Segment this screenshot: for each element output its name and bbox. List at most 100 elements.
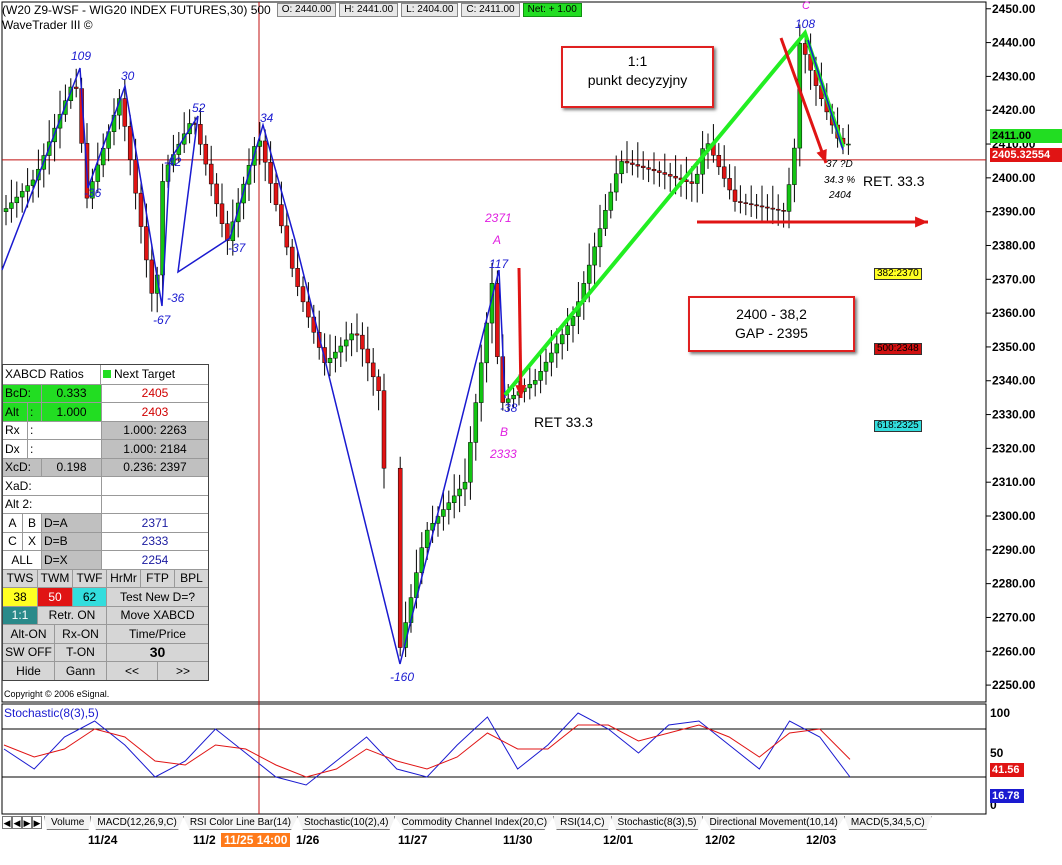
c-button[interactable]: C bbox=[3, 533, 22, 551]
study-tab[interactable]: Stochastic(10(2),4) bbox=[296, 816, 396, 830]
candle-body bbox=[219, 203, 225, 224]
hide-button[interactable]: Hide bbox=[3, 662, 54, 680]
candle bbox=[592, 232, 597, 285]
study-tab[interactable]: Stochastic(8(3),5) bbox=[610, 816, 704, 830]
candle-body bbox=[565, 325, 570, 336]
bpl-button[interactable]: BPL bbox=[174, 569, 208, 587]
ftp-button[interactable]: FTP bbox=[140, 569, 174, 587]
candle-body bbox=[635, 164, 641, 167]
next-button[interactable]: >> bbox=[157, 662, 208, 680]
y-tick-label: 2440.00 bbox=[992, 36, 1036, 50]
candle-body bbox=[306, 301, 311, 318]
candle-body bbox=[446, 502, 452, 510]
candle-body bbox=[495, 283, 500, 357]
all-button[interactable]: ALL bbox=[3, 551, 41, 569]
label-c: C bbox=[802, 0, 810, 12]
candle-body bbox=[586, 264, 592, 284]
interval-value[interactable]: 30 bbox=[106, 643, 208, 661]
candle bbox=[333, 335, 338, 373]
y-tick-label: 2270.00 bbox=[992, 610, 1036, 624]
val-a: 2371 bbox=[485, 211, 512, 225]
stoch-tick-label: 100 bbox=[990, 706, 1010, 720]
candle-body bbox=[727, 178, 732, 191]
study-tab[interactable]: Volume bbox=[44, 816, 92, 830]
stoch-frame bbox=[1, 703, 987, 815]
alt-sep: : bbox=[27, 403, 41, 421]
candle-body bbox=[738, 201, 743, 203]
hrmr-button[interactable]: HrMr bbox=[106, 569, 140, 587]
ratio-50-button[interactable]: 50 bbox=[37, 588, 72, 606]
candle-body bbox=[354, 333, 360, 336]
xcd-target: 0.236: 2397 bbox=[101, 458, 208, 476]
b-button[interactable]: B bbox=[22, 514, 41, 532]
one-one-button[interactable]: 1:1 bbox=[3, 606, 37, 624]
study-tab[interactable]: MACD(5,34,5,C) bbox=[843, 816, 932, 830]
candle bbox=[397, 456, 403, 657]
y-tick-label: 2320.00 bbox=[992, 441, 1036, 455]
label-a: A bbox=[493, 233, 502, 247]
d-eq-x-button[interactable]: D=X bbox=[41, 551, 101, 569]
candle-body bbox=[462, 481, 468, 490]
candle bbox=[208, 145, 214, 197]
twm-button[interactable]: TWM bbox=[37, 569, 72, 587]
ratio-62-button[interactable]: 62 bbox=[72, 588, 106, 606]
test-new-button[interactable]: Test New D=? bbox=[106, 588, 208, 606]
scroll-last-icon[interactable]: ▶ bbox=[32, 816, 42, 829]
study-tab[interactable]: Directional Movement(10,14) bbox=[702, 816, 845, 830]
callout-decision-point: 1:1 punkt decyzyjny bbox=[561, 46, 714, 108]
y-tick-label: 2360.00 bbox=[992, 306, 1036, 320]
rx-on-button[interactable]: Rx-ON bbox=[54, 625, 106, 643]
candle bbox=[662, 153, 668, 190]
study-tab[interactable]: RSI Color Line Bar(14) bbox=[182, 816, 298, 830]
retr-on-button[interactable]: Retr. ON bbox=[37, 606, 106, 624]
study-tab[interactable]: RSI(14,C) bbox=[553, 816, 612, 830]
t-on-button[interactable]: T-ON bbox=[54, 643, 106, 661]
alt2-value bbox=[101, 495, 208, 513]
rx-sep: : bbox=[27, 421, 101, 439]
candle-body bbox=[327, 357, 333, 363]
study-tab[interactable]: Commodity Channel Index(20,C) bbox=[394, 816, 555, 830]
time-price-button[interactable]: Time/Price bbox=[106, 625, 208, 643]
candle bbox=[743, 193, 749, 216]
candle bbox=[640, 151, 646, 180]
tws-button[interactable]: TWS bbox=[3, 569, 37, 587]
alt-target: 2403 bbox=[101, 403, 208, 421]
gann-button[interactable]: Gann bbox=[54, 662, 106, 680]
high-value: H: 2441.00 bbox=[339, 3, 399, 17]
wave-line-c bbox=[807, 39, 844, 151]
candle bbox=[619, 150, 624, 184]
ratio-38-button[interactable]: 38 bbox=[3, 588, 37, 606]
panel-next-label: Next Target bbox=[114, 367, 176, 382]
twf-button[interactable]: TWF bbox=[72, 569, 106, 587]
candle bbox=[446, 490, 452, 525]
panel-header: XABCD Ratios bbox=[5, 367, 84, 382]
scroll-prev-icon[interactable]: ◀ bbox=[12, 816, 22, 829]
rx-label: Rx bbox=[5, 423, 20, 438]
chart-title: (W20 Z9-WSF - WIG20 INDEX FUTURES,30) 50… bbox=[2, 3, 271, 17]
d-eq-b-button[interactable]: D=B bbox=[41, 532, 101, 550]
d-eq-a-button[interactable]: D=A bbox=[41, 514, 101, 532]
a-button[interactable]: A bbox=[3, 514, 22, 532]
candle-body bbox=[775, 208, 781, 211]
pivot-label: 117 bbox=[489, 257, 509, 271]
x-button[interactable]: X bbox=[22, 532, 41, 550]
y-tick-label: 2420.00 bbox=[992, 103, 1036, 117]
alt-on-button[interactable]: Alt-ON bbox=[3, 625, 54, 643]
candle bbox=[219, 183, 225, 238]
prev-button[interactable]: << bbox=[106, 662, 157, 680]
candle bbox=[343, 321, 349, 362]
sw-off-button[interactable]: SW OFF bbox=[3, 643, 54, 661]
candle bbox=[198, 108, 203, 156]
candle bbox=[608, 183, 614, 219]
scroll-first-icon[interactable]: ◀ bbox=[2, 816, 12, 829]
candle bbox=[646, 160, 651, 183]
stochastic-label: Stochastic(8(3),5) bbox=[4, 706, 99, 720]
candle bbox=[289, 238, 295, 278]
candle bbox=[846, 124, 851, 155]
price-axis: 2250.00 2260.00 2270.00 2280.00 2290.00 2300.… bbox=[986, 2, 1036, 692]
study-tab[interactable]: MACD(12,26,9,C) bbox=[90, 816, 184, 830]
candle bbox=[786, 167, 792, 229]
move-xabcd-button[interactable]: Move XABCD bbox=[106, 606, 208, 624]
scroll-next-icon[interactable]: ▶ bbox=[22, 816, 32, 829]
tab-scroll-buttons[interactable]: ◀ ◀ ▶ ▶ bbox=[2, 816, 42, 829]
